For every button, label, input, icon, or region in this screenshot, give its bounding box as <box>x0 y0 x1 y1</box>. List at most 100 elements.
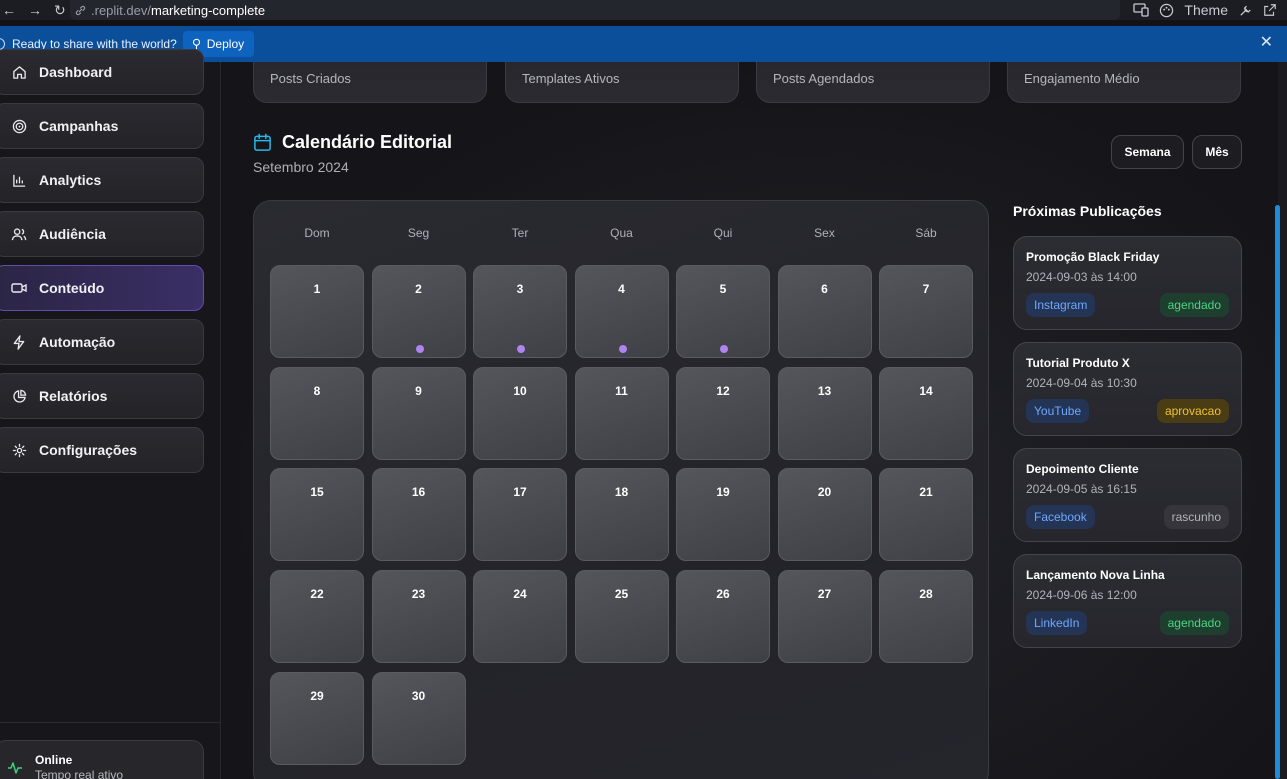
weekday-header: Sáb <box>915 226 937 240</box>
day-number: 27 <box>817 587 832 602</box>
sidebar-item-label: Analytics <box>39 172 102 188</box>
sidebar-item-campanhas[interactable]: Campanhas <box>0 103 204 149</box>
calendar-day[interactable]: 18 <box>574 468 669 562</box>
stat-label: Templates Ativos <box>522 71 620 86</box>
calendar-day[interactable]: 14 <box>879 366 973 460</box>
wrench-icon[interactable] <box>1238 3 1253 18</box>
calendar-day[interactable]: 5 <box>676 265 770 358</box>
scrollbar-thumb[interactable] <box>1275 205 1280 779</box>
calendar-day[interactable]: 17 <box>473 468 567 562</box>
stat-label: Posts Agendados <box>773 71 875 86</box>
sidebar-item-conteudo[interactable]: Conteúdo <box>0 265 204 311</box>
sidebar-item-relatorios[interactable]: Relatórios <box>0 373 204 419</box>
calendar-icon <box>254 133 271 151</box>
day-number: 28 <box>919 587 933 602</box>
deploy-label: Deploy <box>206 37 245 51</box>
calendar-day[interactable]: 6 <box>777 265 872 358</box>
weekday-header: Ter <box>511 226 529 240</box>
forward-arrow-icon[interactable]: → <box>28 3 42 17</box>
devices-icon[interactable] <box>1133 3 1150 17</box>
calendar-day[interactable]: 16 <box>371 468 466 562</box>
status-badge: rascunho <box>1163 505 1229 529</box>
day-number: 18 <box>614 485 629 500</box>
calendar-day[interactable]: 13 <box>777 366 872 460</box>
platform-badge: Facebook <box>1026 505 1095 529</box>
weekday-header: Dom <box>304 226 330 240</box>
sidebar-item-label: Relatórios <box>39 388 108 404</box>
calendar-day[interactable]: 26 <box>676 570 770 664</box>
calendar-day[interactable]: 19 <box>676 468 770 562</box>
calendar-day[interactable]: 29 <box>270 671 364 765</box>
sidebar-item-configuracoes[interactable]: Configurações <box>0 427 204 473</box>
event-dot <box>720 345 728 353</box>
month-view-button[interactable]: Mês <box>1192 135 1242 169</box>
calendar-day[interactable]: 4 <box>574 265 669 358</box>
publication-card[interactable]: Lançamento Nova Linha 2024-09-06 às 12:00… <box>1013 554 1242 648</box>
day-number: 24 <box>513 587 527 602</box>
address-bar[interactable]: .replit.dev/marketing-complete <box>70 0 1120 20</box>
calendar-day[interactable]: 25 <box>574 570 669 664</box>
weekday-header: Qua <box>610 226 633 240</box>
publication-title: Promoção Black Friday <box>1026 250 1160 264</box>
calendar-day[interactable]: 7 <box>879 265 973 358</box>
publication-datetime: 2024-09-04 às 10:30 <box>1026 376 1137 390</box>
day-number: 2 <box>415 282 422 296</box>
day-number: 15 <box>310 485 324 500</box>
weekday-header: Sex <box>814 226 835 240</box>
calendar-day[interactable]: 10 <box>473 366 567 460</box>
sidebar-item-label: Dashboard <box>39 64 113 80</box>
calendar-day[interactable]: 3 <box>473 265 567 358</box>
back-arrow-icon[interactable]: ← <box>2 3 16 17</box>
day-number: 30 <box>411 688 426 703</box>
sidebar-divider <box>0 722 221 723</box>
day-number: 8 <box>313 383 321 398</box>
stat-label: Engajamento Médio <box>1024 71 1140 86</box>
publication-card[interactable]: Depoimento Cliente 2024-09-05 às 16:15 Fac… <box>1013 448 1242 542</box>
calendar-header: Calendário Editorial Setembro 2024 <box>253 132 452 175</box>
calendar-day[interactable]: 1 <box>270 265 364 358</box>
platform-badge: YouTube <box>1026 399 1090 423</box>
calendar-day[interactable]: 24 <box>473 570 567 664</box>
target-icon <box>11 118 27 134</box>
sidebar-item-label: Configurações <box>39 442 138 458</box>
theme-button[interactable]: Theme <box>1184 2 1228 18</box>
calendar-day[interactable]: 15 <box>270 468 364 562</box>
sidebar-item-label: Automação <box>39 334 116 350</box>
status-subtitle: Tempo real ativo <box>35 768 124 779</box>
calendar-day[interactable]: 12 <box>676 366 770 460</box>
day-number: 7 <box>922 282 930 296</box>
calendar-day[interactable]: 2 <box>371 265 466 358</box>
sidebar-item-analytics[interactable]: Analytics <box>0 157 204 203</box>
day-number: 19 <box>716 485 730 500</box>
publication-card[interactable]: Tutorial Produto X 2024-09-04 às 10:30 You… <box>1013 342 1242 436</box>
day-number: 29 <box>310 688 324 703</box>
calendar-month: Setembro 2024 <box>253 159 349 175</box>
status-card: Online Tempo real ativo <box>0 740 204 779</box>
calendar-day[interactable]: 21 <box>879 468 973 562</box>
stat-card-posts-agendados: Posts Agendados <box>756 62 990 103</box>
week-view-button[interactable]: Semana <box>1111 135 1184 169</box>
sidebar-item-dashboard[interactable]: Dashboard <box>0 49 204 95</box>
calendar-day[interactable]: 22 <box>270 570 364 664</box>
stat-label: Posts Criados <box>270 71 351 86</box>
calendar-day[interactable]: 23 <box>371 570 466 664</box>
publication-card[interactable]: Promoção Black Friday 2024-09-03 às 14:00… <box>1013 236 1242 330</box>
palette-icon[interactable] <box>1159 3 1174 18</box>
calendar-day[interactable]: 11 <box>574 366 669 460</box>
reload-icon[interactable]: ↻ <box>54 3 66 17</box>
calendar-day[interactable]: 9 <box>371 366 466 460</box>
calendar-day[interactable]: 30 <box>371 671 466 765</box>
status-badge: aprovacao <box>1156 399 1229 423</box>
calendar-day[interactable]: 27 <box>777 570 872 664</box>
sidebar-item-audiencia[interactable]: Audiência <box>0 211 204 257</box>
calendar-day[interactable]: 20 <box>777 468 872 562</box>
sidebar-item-automacao[interactable]: Automação <box>0 319 204 365</box>
external-link-icon[interactable] <box>1263 3 1277 17</box>
day-number: 17 <box>513 485 527 500</box>
calendar-day[interactable]: 8 <box>270 366 364 460</box>
calendar-day[interactable]: 28 <box>879 570 973 664</box>
bar-chart-icon <box>11 172 27 188</box>
day-number: 3 <box>516 282 524 296</box>
platform-badge: LinkedIn <box>1026 611 1088 635</box>
close-icon[interactable]: ✕ <box>1260 35 1273 51</box>
